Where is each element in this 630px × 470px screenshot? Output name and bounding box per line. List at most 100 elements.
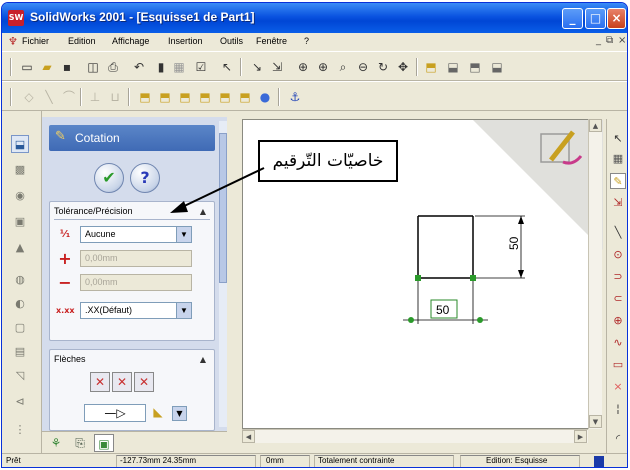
smart-dimension-icon[interactable]: ⇲ [610,195,626,211]
fillet-icon[interactable]: ◍ [11,271,29,289]
chevron-down-icon[interactable]: ▼ [176,227,191,242]
menu-fichier[interactable]: Fichier [22,36,49,46]
spline-icon[interactable]: ∿ [610,335,626,351]
line-icon[interactable]: ╲ [610,225,626,241]
pan-icon[interactable]: ✥ [394,58,412,76]
shell-icon[interactable]: ▢ [11,319,29,337]
document-icon[interactable]: ♆ [8,35,18,48]
grid-icon[interactable]: ▦ [170,58,188,76]
view-bottom-icon[interactable]: ⬒ [176,88,194,106]
arrows-smart-icon[interactable]: ✕ [134,372,154,392]
rotate-icon[interactable]: ↻ [374,58,392,76]
close-button[interactable]: × [607,8,626,29]
dim-horizontal-icon[interactable]: ⊥ [86,88,104,106]
menu-help[interactable]: ? [304,36,309,46]
print-preview-icon[interactable]: ◫ [84,58,102,76]
point-icon[interactable]: × [610,379,626,395]
menu-edition[interactable]: Edition [68,36,96,46]
menu-outils[interactable]: Outils [220,36,243,46]
scrollbar-thumb[interactable] [219,133,227,283]
graphics-horizontal-scrollbar[interactable]: ◀ ▶ [242,429,588,443]
centerpoint-arc-icon[interactable]: ⊃ [610,269,626,285]
sphere-icon[interactable]: ● [256,88,274,106]
section-icon[interactable]: ⚓ [286,88,304,106]
graphics-vertical-scrollbar[interactable]: ▲ ▼ [588,119,602,429]
pattern-icon[interactable]: ⊲ [11,393,29,411]
zoom-area-icon[interactable]: ⌕ [334,58,352,76]
undo-icon[interactable]: ↶ [130,58,148,76]
feature-manager-tab-icon[interactable]: ⚘ [46,434,66,452]
tangent-arc-icon[interactable]: ⊂ [610,291,626,307]
scroll-down-icon[interactable]: ▼ [589,415,602,428]
rectangle-icon[interactable]: ▭ [610,357,626,373]
chamfer-icon[interactable]: ◐ [11,295,29,313]
view-orient-icon[interactable]: ◇ [20,88,38,106]
select-icon[interactable]: ↖ [610,131,626,147]
sketch-mode-icon[interactable]: ⬓ [11,135,29,153]
dim-vertical-icon[interactable]: ⊔ [106,88,124,106]
collapse-icon[interactable]: ▲ [200,207,206,216]
help-pointer-icon[interactable]: ↖ [218,58,236,76]
draft-icon[interactable]: ◹ [11,367,29,385]
smart-dimension-icon[interactable]: ⇲ [268,58,286,76]
chevron-down-icon[interactable]: ▼ [172,406,187,421]
help-button[interactable]: ? [130,163,160,193]
maximize-button[interactable]: □ [585,8,606,29]
open-icon[interactable]: ▰ [38,58,56,76]
menu-affichage[interactable]: Affichage [112,36,149,46]
centerline-icon[interactable]: ¦ [610,401,626,417]
view-iso-icon[interactable]: ⬒ [136,88,154,106]
mdi-minimize-button[interactable]: _ [596,35,601,46]
sketch-icon[interactable]: ✎ [610,173,626,189]
view-back-icon[interactable]: ⬓ [444,58,462,76]
horizontal-dimension[interactable]: 50 [403,280,488,324]
sketch-icon[interactable]: ↘ [248,58,266,76]
app-icon[interactable]: SW [8,10,24,26]
zoom-fit-icon[interactable]: ⊕ [294,58,312,76]
view-top-icon[interactable]: ⬒ [156,88,174,106]
loft-icon[interactable]: ▲ [11,239,29,257]
menu-insertion[interactable]: Insertion [168,36,203,46]
view-trimetric-icon[interactable]: ⬒ [196,88,214,106]
view-left-icon[interactable]: ⬒ [466,58,484,76]
view-right-icon[interactable]: ⬓ [488,58,506,76]
grid-icon[interactable]: ▦ [610,151,626,167]
three-point-arc-icon[interactable]: ⊕ [610,313,626,329]
circle-icon[interactable]: ⊙ [610,247,626,263]
view-dimetric-icon[interactable]: ⬒ [216,88,234,106]
precision-select[interactable]: .XX(Défaut) ▼ [80,302,192,319]
arc-icon[interactable]: ⌒ [60,88,78,106]
property-manager-tab-icon[interactable]: ⎘ [70,434,90,452]
mdi-close-button[interactable]: × [618,35,626,46]
print-icon[interactable]: ⎙ [104,58,122,76]
view-front-icon[interactable]: ⬒ [422,58,440,76]
line-icon[interactable]: ╲ [40,88,58,106]
tolerance-group-title[interactable]: Tolérance/Précision [54,206,133,216]
scroll-up-icon[interactable]: ▲ [589,119,602,132]
property-manager-scrollbar[interactable] [219,121,227,427]
arrows-group-title[interactable]: Flèches [54,354,86,364]
options-icon[interactable]: ☑ [192,58,210,76]
arrows-inside-icon[interactable]: ✕ [90,372,110,392]
extrude-icon[interactable]: ▩ [11,161,29,179]
rib-icon[interactable]: ▤ [11,343,29,361]
vertical-dimension-value[interactable]: 50 [507,236,521,250]
arrow-style-preview[interactable]: —▷ [84,404,146,422]
chevron-down-icon[interactable]: ▼ [176,303,191,318]
configuration-manager-tab-icon[interactable]: ▣ [94,434,114,452]
revolve-icon[interactable]: ◉ [11,187,29,205]
title-bar[interactable]: SW SolidWorks 2001 - [Esquisse1 de Part1… [2,3,627,33]
sketch-rectangle[interactable] [417,215,474,279]
new-icon[interactable]: ▭ [18,58,36,76]
minimize-button[interactable]: _ [562,8,583,29]
menu-fenetre[interactable]: Fenêtre [256,36,287,46]
zoom-out-icon[interactable]: ⊖ [354,58,372,76]
tolerance-type-select[interactable]: Aucune ▼ [80,226,192,243]
mdi-restore-button[interactable]: ⧉ [606,35,613,46]
sweep-icon[interactable]: ▣ [11,213,29,231]
ok-button[interactable]: ✔ [94,163,124,193]
scroll-right-icon[interactable]: ▶ [574,430,587,443]
view-normal-icon[interactable]: ⬒ [236,88,254,106]
rebuild-icon[interactable]: ▮ [152,58,170,76]
collapse-icon[interactable]: ▲ [200,355,206,364]
